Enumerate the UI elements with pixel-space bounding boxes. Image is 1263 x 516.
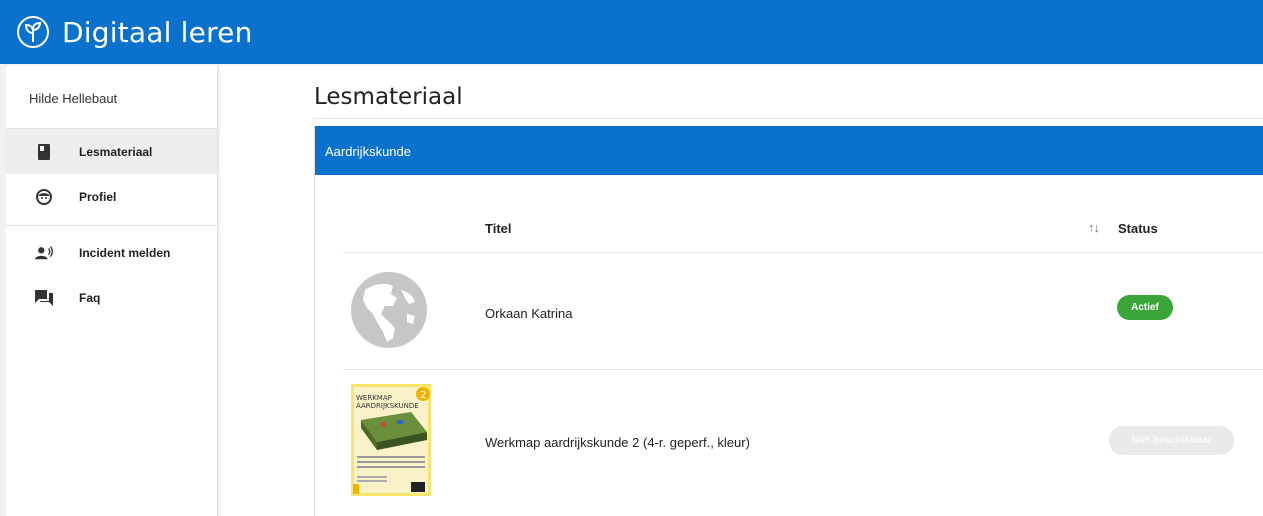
app-header: Digitaal leren [0,0,1263,64]
book-icon [35,143,53,161]
materials-table: Titel ↑↓ Status Orkaan Katrina Actief WE… [343,175,1263,500]
app-title: Digitaal leren [62,15,253,49]
sidebar-item-label: Profiel [79,189,117,204]
course-card: Aardrijkskunde Titel ↑↓ Status Orkaan Ka… [314,126,1263,516]
table-row[interactable]: Orkaan Katrina Actief [343,253,1263,370]
status-badge: Actief [1117,295,1173,320]
sidebar-item-faq[interactable]: Faq [6,275,217,320]
face-icon [35,188,53,206]
report-person-icon [35,244,53,262]
card-header: Aardrijkskunde [315,126,1263,175]
material-title[interactable]: Werkmap aardrijkskunde 2 (4-r. geperf., … [485,435,750,450]
status-badge: Niet beschikbaar [1109,426,1234,455]
page-title: Lesmateriaal [314,84,463,110]
sidebar-item-label: Incident melden [79,245,171,260]
column-header-status[interactable]: Status [1118,221,1158,236]
cover-number: 2 [420,390,426,401]
column-header-title[interactable]: Titel [485,221,512,236]
sort-icon[interactable]: ↑↓ [1088,220,1100,235]
cover-title-line1: WERKMAP [356,394,392,402]
sidebar-item-label: Faq [79,290,101,305]
user-name: Hilde Hellebaut [6,66,217,129]
table-header: Titel ↑↓ Status [343,175,1263,253]
chat-icon [35,289,53,307]
table-row[interactable]: WERKMAP AARDRIJKSKUNDE 2 Werkmap aardrij… [343,370,1263,500]
sidebar-item-label: Lesmateriaal [79,144,153,159]
material-title[interactable]: Orkaan Katrina [485,306,572,321]
cover-title-line2: AARDRIJKSKUNDE [356,402,419,410]
sprout-circle-icon[interactable] [16,15,50,49]
sidebar-item-incident-melden[interactable]: Incident melden [6,230,217,275]
sidebar-item-profiel[interactable]: Profiel [6,174,217,219]
globe-placeholder-icon [351,272,427,348]
sidebar: Hilde Hellebaut Lesmateriaal Profiel Inc… [6,66,218,516]
book-cover-thumbnail: WERKMAP AARDRIJKSKUNDE 2 [351,384,431,496]
sidebar-item-lesmateriaal[interactable]: Lesmateriaal [6,129,217,174]
sidebar-divider [6,225,217,226]
main-content: Lesmateriaal Aardrijkskunde Titel ↑↓ Sta… [220,66,1263,516]
title-divider [314,118,1263,119]
